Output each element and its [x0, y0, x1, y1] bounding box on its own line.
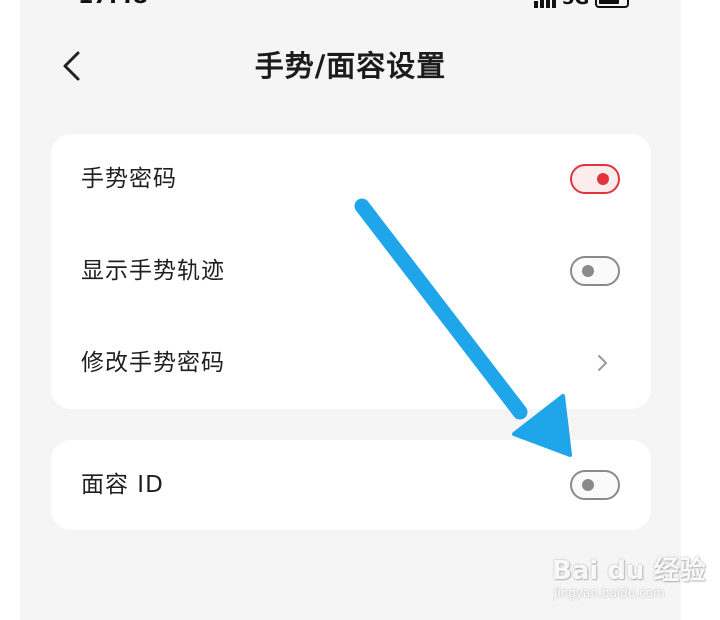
change-gesture-password-label: 修改手势密码 [81, 350, 225, 376]
show-gesture-trail-toggle[interactable] [570, 256, 620, 286]
toggle-knob [582, 479, 594, 491]
phone-screen: 17:48 5G 手势/面容设置 手势密码 显示手势轨迹 修改手势密码 [20, 0, 681, 620]
gesture-password-label: 手势密码 [81, 166, 177, 192]
row-gesture-password[interactable]: 手势密码 [51, 134, 651, 224]
row-face-id[interactable]: 面容 ID [51, 440, 651, 530]
toggle-knob [597, 173, 609, 185]
toggle-knob [582, 265, 594, 277]
row-change-gesture-password[interactable]: 修改手势密码 [51, 318, 651, 408]
status-time: 17:48 [78, 0, 148, 8]
network-type: 5G [562, 0, 589, 8]
gesture-password-toggle[interactable] [570, 164, 620, 194]
signal-icon [534, 0, 556, 8]
chevron-right-icon [598, 355, 607, 371]
gesture-settings-card: 手势密码 显示手势轨迹 修改手势密码 [51, 134, 651, 409]
face-settings-card: 面容 ID [51, 440, 651, 530]
page-title: 手势/面容设置 [254, 49, 447, 83]
show-gesture-trail-label: 显示手势轨迹 [81, 258, 225, 284]
face-id-label: 面容 ID [81, 472, 164, 498]
battery-icon [595, 0, 630, 8]
row-show-gesture-trail[interactable]: 显示手势轨迹 [51, 226, 651, 316]
face-id-toggle[interactable] [570, 470, 620, 500]
status-icons: 5G [534, 0, 630, 8]
